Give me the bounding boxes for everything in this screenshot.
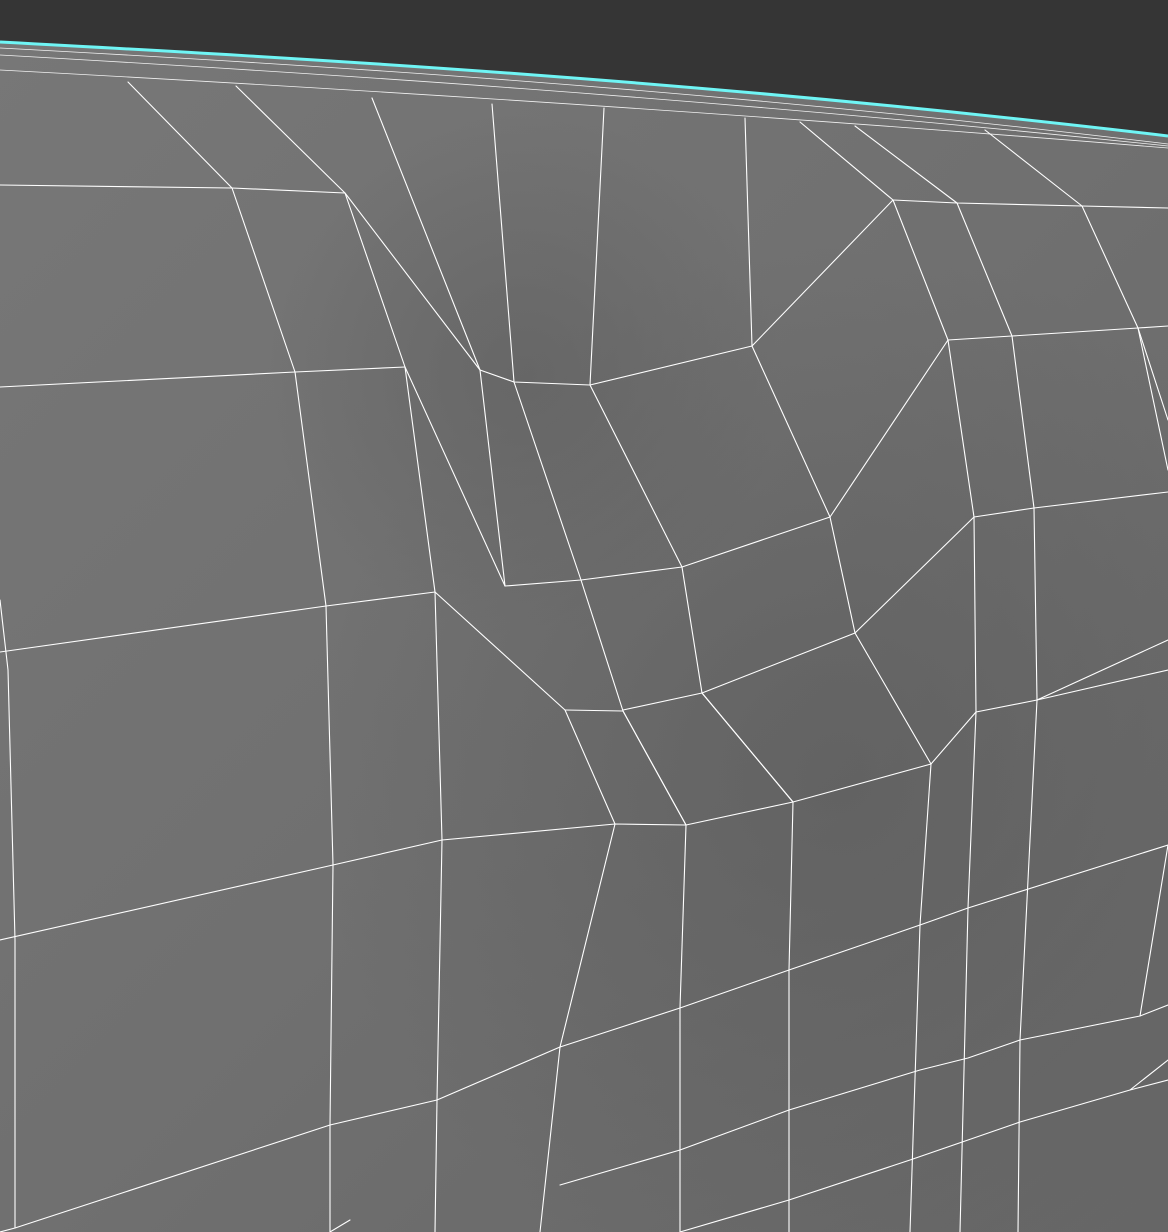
3d-viewport[interactable] [0, 0, 1168, 1232]
mesh-shadow-upper [0, 42, 1168, 1232]
mesh-canvas[interactable] [0, 0, 1168, 1232]
